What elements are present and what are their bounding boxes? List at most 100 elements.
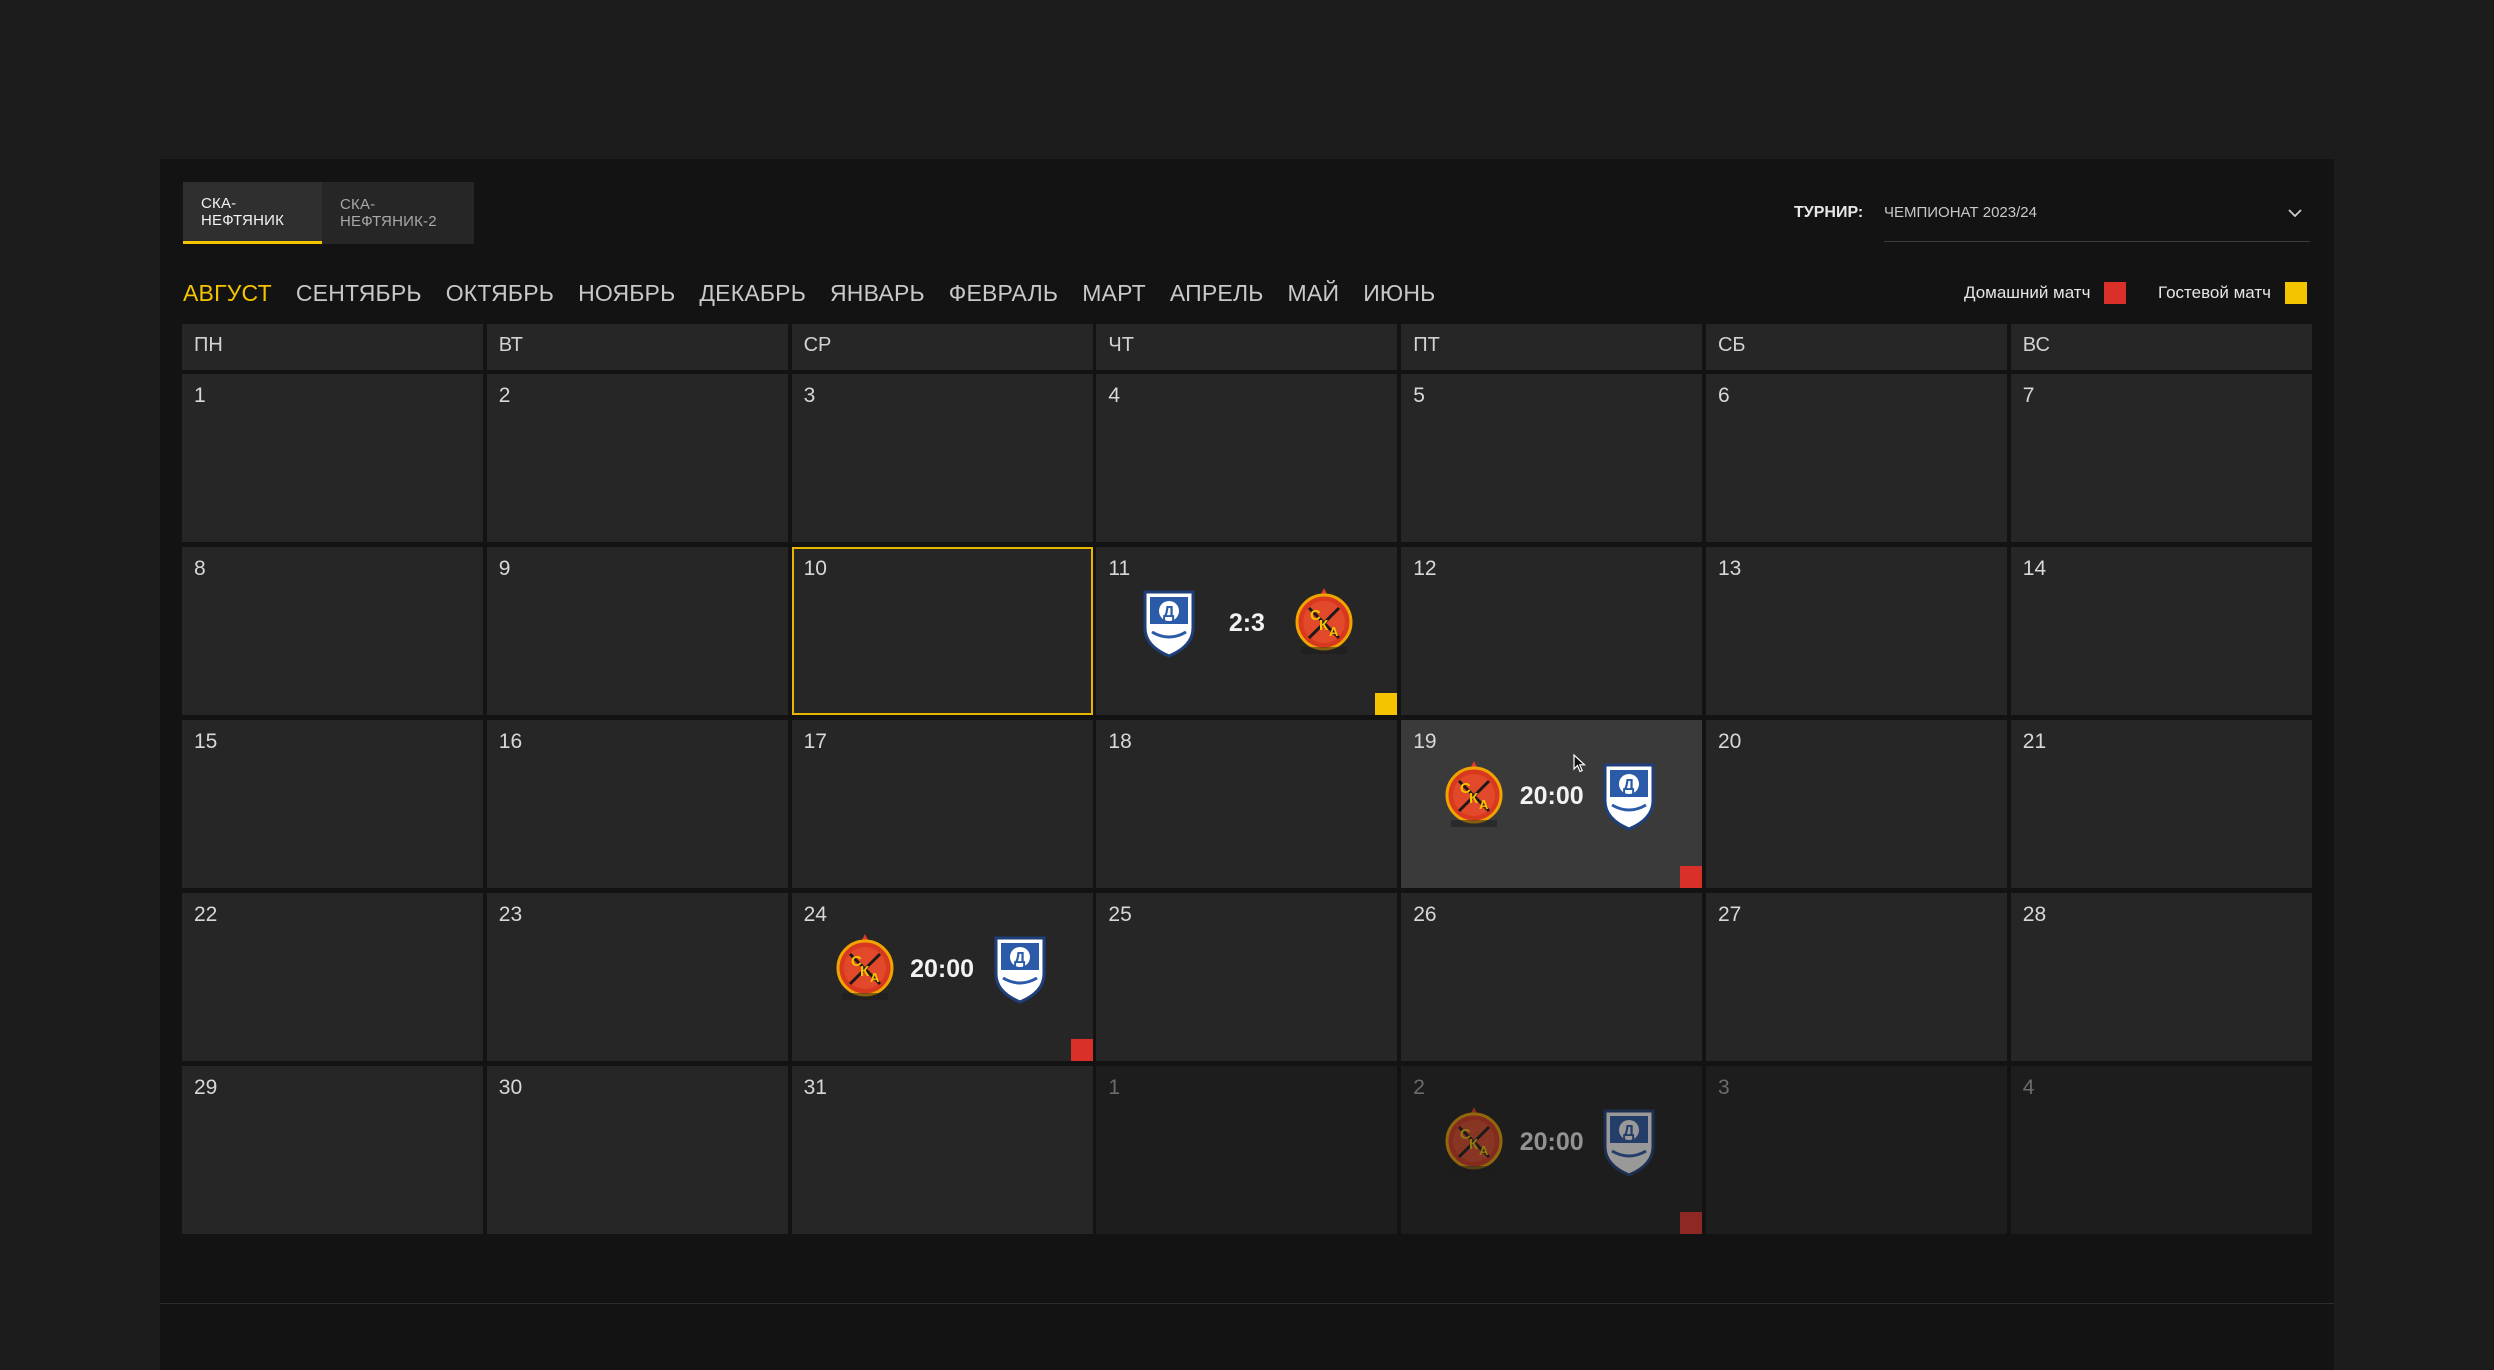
match-card[interactable]: С К А 20:00 Д — [792, 927, 1093, 1011]
day-cell[interactable]: 29 — [182, 1066, 483, 1234]
mouse-cursor-icon — [1573, 754, 1587, 773]
day-cell[interactable]: 26 — [1401, 893, 1703, 1061]
month-tab-7[interactable]: ФЕВРАЛЬ — [949, 278, 1058, 308]
match-card[interactable]: С К А 20:00 Д — [1401, 754, 1702, 838]
day-cell[interactable]: 11 Д 2:3 С К А — [1096, 547, 1398, 715]
day-number: 4 — [1108, 384, 1121, 407]
day-cell[interactable]: 24 С К А 20:00 Д — [791, 893, 1093, 1061]
day-cell[interactable]: 21 — [2010, 720, 2312, 888]
day-cell[interactable]: 19 С К А 20:00 Д — [1401, 720, 1703, 888]
match-card[interactable]: Д 2:3 С К А — [1096, 581, 1397, 665]
day-cell[interactable]: 3 — [791, 374, 1093, 542]
month-tab-10[interactable]: МАЙ — [1288, 278, 1340, 308]
calendar-grid: ПН ВТ СР ЧТ ПТ СБ ВС 1 2 3 4 5 6 7 8 9 10 11 Д 2:3 С К А 12 13 1… — [182, 324, 2312, 1234]
month-tab-8[interactable]: МАРТ — [1082, 278, 1146, 308]
svg-text:К: К — [1469, 790, 1479, 807]
day-cell[interactable]: 4 — [1096, 374, 1398, 542]
day-number: 21 — [2022, 730, 2047, 753]
legend-away-swatch — [2285, 282, 2307, 304]
svg-text:Д: Д — [1163, 604, 1175, 621]
day-number: 15 — [194, 730, 218, 753]
month-tab-3[interactable]: ОКТЯБРЬ — [446, 278, 554, 308]
day-number: 28 — [2022, 903, 2047, 926]
day-cell[interactable]: 10 — [791, 547, 1093, 715]
svg-text:А: А — [1329, 624, 1339, 639]
day-number: 2 — [1413, 1076, 1425, 1099]
tab-ska-neftyanik[interactable]: СКА-НЕФТЯНИК — [183, 182, 322, 244]
day-cell[interactable]: 5 — [1401, 374, 1703, 542]
svg-text:К: К — [860, 963, 870, 980]
match-score: 20:00 — [1519, 1127, 1584, 1156]
day-cell[interactable]: 12 — [1401, 547, 1703, 715]
day-cell[interactable]: 30 — [486, 1066, 788, 1234]
day-cell[interactable]: 13 — [1705, 547, 2007, 715]
svg-text:Д: Д — [1623, 1123, 1635, 1140]
day-number: 25 — [1108, 903, 1132, 926]
day-cell[interactable]: 23 — [486, 893, 788, 1061]
divider — [160, 1303, 2334, 1304]
dinamo-logo: Д — [1594, 1103, 1664, 1182]
month-tab-2[interactable]: СЕНТЯБРЬ — [296, 278, 422, 308]
month-tab-11[interactable]: ИЮНЬ — [1363, 278, 1435, 308]
day-number: 20 — [1717, 730, 1742, 753]
ska-logo: СКА — [1439, 757, 1509, 836]
day-cell[interactable]: 8 — [182, 547, 483, 715]
day-cell[interactable]: 2 — [486, 374, 788, 542]
match-score: 20:00 — [1519, 781, 1584, 810]
weekday-header: ПН ВТ СР ЧТ ПТ СБ ВС — [182, 324, 2312, 370]
month-tab-9[interactable]: АПРЕЛЬ — [1170, 278, 1264, 308]
day-number: 2 — [498, 384, 511, 407]
month-tab-1[interactable]: АВГУСТ — [183, 278, 272, 308]
day-cell[interactable]: 6 — [1705, 374, 2007, 542]
day-number: 29 — [194, 1076, 218, 1099]
weekday-label: СР — [791, 324, 1093, 370]
match-score: 2:3 — [1228, 608, 1265, 637]
month-tab-6[interactable]: ЯНВАРЬ — [830, 278, 925, 308]
day-cell[interactable]: 22 — [182, 893, 483, 1061]
day-cell[interactable]: 15 — [182, 720, 483, 888]
day-cell[interactable]: 20 — [1705, 720, 2007, 888]
day-cell[interactable]: 2 С К А 20:00 Д — [1401, 1066, 1703, 1234]
day-cell[interactable]: 16 — [486, 720, 788, 888]
dinamo-logo: Д — [1594, 757, 1664, 836]
tournament-select[interactable]: ЧЕМПИОНАТ 2023/24 — [1884, 196, 2310, 242]
away-match-marker — [1375, 693, 1398, 715]
month-tab-5[interactable]: ДЕКАБРЬ — [699, 278, 806, 308]
weekday-label: ЧТ — [1096, 324, 1398, 370]
day-number: 10 — [803, 557, 827, 580]
home-match-marker — [1680, 1212, 1703, 1234]
day-cell[interactable]: 14 — [2010, 547, 2312, 715]
day-cell[interactable]: 9 — [486, 547, 788, 715]
day-cell[interactable]: 28 — [2010, 893, 2312, 1061]
month-tab-4[interactable]: НОЯБРЬ — [578, 278, 675, 308]
day-cell[interactable]: 17 — [791, 720, 1093, 888]
tournament-value: ЧЕМПИОНАТ 2023/24 — [1884, 204, 2037, 221]
day-number: 4 — [2022, 1076, 2035, 1099]
day-cell[interactable]: 25 — [1096, 893, 1398, 1061]
day-number: 1 — [194, 384, 206, 407]
weekday-label: ПН — [182, 324, 483, 370]
legend-home-label: Домашний матч — [1964, 283, 2091, 302]
day-number: 1 — [1108, 1076, 1121, 1099]
match-card[interactable]: С К А 20:00 Д — [1401, 1100, 1702, 1184]
day-number: 14 — [2022, 557, 2047, 580]
day-cell[interactable]: 1 — [1096, 1066, 1398, 1234]
tab-ska-neftyanik-2[interactable]: СКА-НЕФТЯНИК-2 — [322, 182, 474, 244]
day-cell[interactable]: 4 — [2010, 1066, 2312, 1234]
day-cell[interactable]: 31 — [791, 1066, 1093, 1234]
day-cell[interactable]: 18 — [1096, 720, 1398, 888]
day-cell[interactable]: 3 — [1705, 1066, 2007, 1234]
svg-text:К: К — [1319, 617, 1329, 634]
day-cell[interactable]: 27 — [1705, 893, 2007, 1061]
svg-text:А: А — [870, 970, 880, 985]
day-number: 31 — [803, 1076, 827, 1099]
day-number: 8 — [194, 557, 206, 580]
home-match-marker — [1680, 866, 1703, 888]
day-cell[interactable]: 7 — [2010, 374, 2312, 542]
day-cell[interactable]: 1 — [182, 374, 483, 542]
day-number: 6 — [1717, 384, 1730, 407]
home-match-marker — [1070, 1039, 1093, 1061]
month-nav: АВГУСТ СЕНТЯБРЬ ОКТЯБРЬ НОЯБРЬ ДЕКАБРЬ ЯНВАРЬ… — [183, 278, 1459, 308]
calendar-weeks: 1 2 3 4 5 6 7 8 9 10 11 Д 2:3 С К А 12 13 14 15 16 17 18 19 С К А 2… — [182, 374, 2312, 1234]
day-number: 27 — [1717, 903, 1742, 926]
